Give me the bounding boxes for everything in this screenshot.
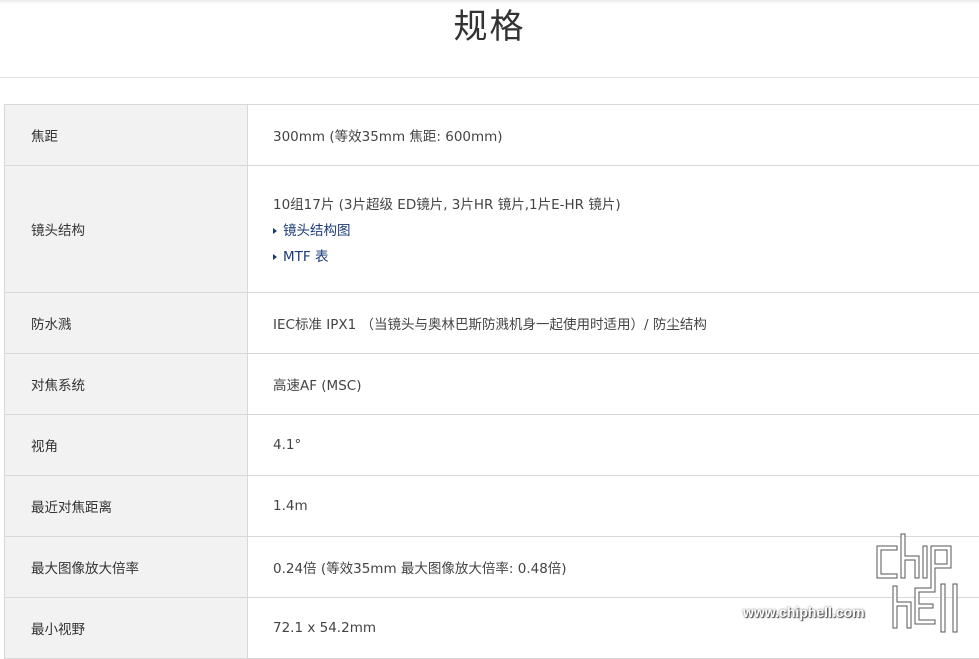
spec-value: 300mm (等效35mm 焦距: 600mm) (248, 105, 979, 166)
spec-label: 对焦系统 (5, 354, 248, 415)
spec-label: 最小视野 (5, 598, 248, 659)
spec-value: 0.24倍 (等效35mm 最大图像放大倍率: 0.48倍) (248, 537, 979, 598)
spec-value: 72.1 x 54.2mm (248, 598, 979, 659)
spec-table: 焦距 300mm (等效35mm 焦距: 600mm) 镜头结构 10组17片 … (4, 104, 979, 659)
spec-label: 最大图像放大倍率 (5, 537, 248, 598)
spec-label: 镜头结构 (5, 166, 248, 293)
spec-row-focus-system: 对焦系统 高速AF (MSC) (5, 354, 979, 415)
spec-row-lens-construction: 镜头结构 10组17片 (3片超级 ED镜片, 3片HR 镜片,1片E-HR 镜… (5, 166, 979, 293)
spec-value: 高速AF (MSC) (248, 354, 979, 415)
link-label: 镜头结构图 (283, 223, 351, 239)
spec-row-splashproof: 防水溅 IEC标准 IPX1 （当镜头与奥林巴斯防溅机身一起使用时适用）/ 防尘… (5, 293, 979, 354)
spec-value: 1.4m (248, 476, 979, 537)
title-divider (0, 77, 979, 78)
spec-row-min-field: 最小视野 72.1 x 54.2mm (5, 598, 979, 659)
spec-value: IEC标准 IPX1 （当镜头与奥林巴斯防溅机身一起使用时适用）/ 防尘结构 (248, 293, 979, 354)
spec-label: 焦距 (5, 105, 248, 166)
spec-value: 10组17片 (3片超级 ED镜片, 3片HR 镜片,1片E-HR 镜片) (273, 193, 979, 213)
spec-value-cell: 10组17片 (3片超级 ED镜片, 3片HR 镜片,1片E-HR 镜片) 镜头… (248, 166, 979, 293)
spec-label: 视角 (5, 415, 248, 476)
spec-label: 最近对焦距离 (5, 476, 248, 537)
spec-row-closest-focus: 最近对焦距离 1.4m (5, 476, 979, 537)
spec-label: 防水溅 (5, 293, 248, 354)
link-label: MTF 表 (283, 249, 328, 265)
spec-row-angle-of-view: 视角 4.1° (5, 415, 979, 476)
triangle-right-icon (273, 228, 277, 234)
triangle-right-icon (273, 254, 277, 260)
page-title: 规格 (0, 2, 979, 52)
spec-row-focal-length: 焦距 300mm (等效35mm 焦距: 600mm) (5, 105, 979, 166)
mtf-chart-link[interactable]: MTF 表 (273, 245, 979, 265)
spec-value: 4.1° (248, 415, 979, 476)
spec-row-max-magnification: 最大图像放大倍率 0.24倍 (等效35mm 最大图像放大倍率: 0.48倍) (5, 537, 979, 598)
lens-diagram-link[interactable]: 镜头结构图 (273, 219, 979, 239)
